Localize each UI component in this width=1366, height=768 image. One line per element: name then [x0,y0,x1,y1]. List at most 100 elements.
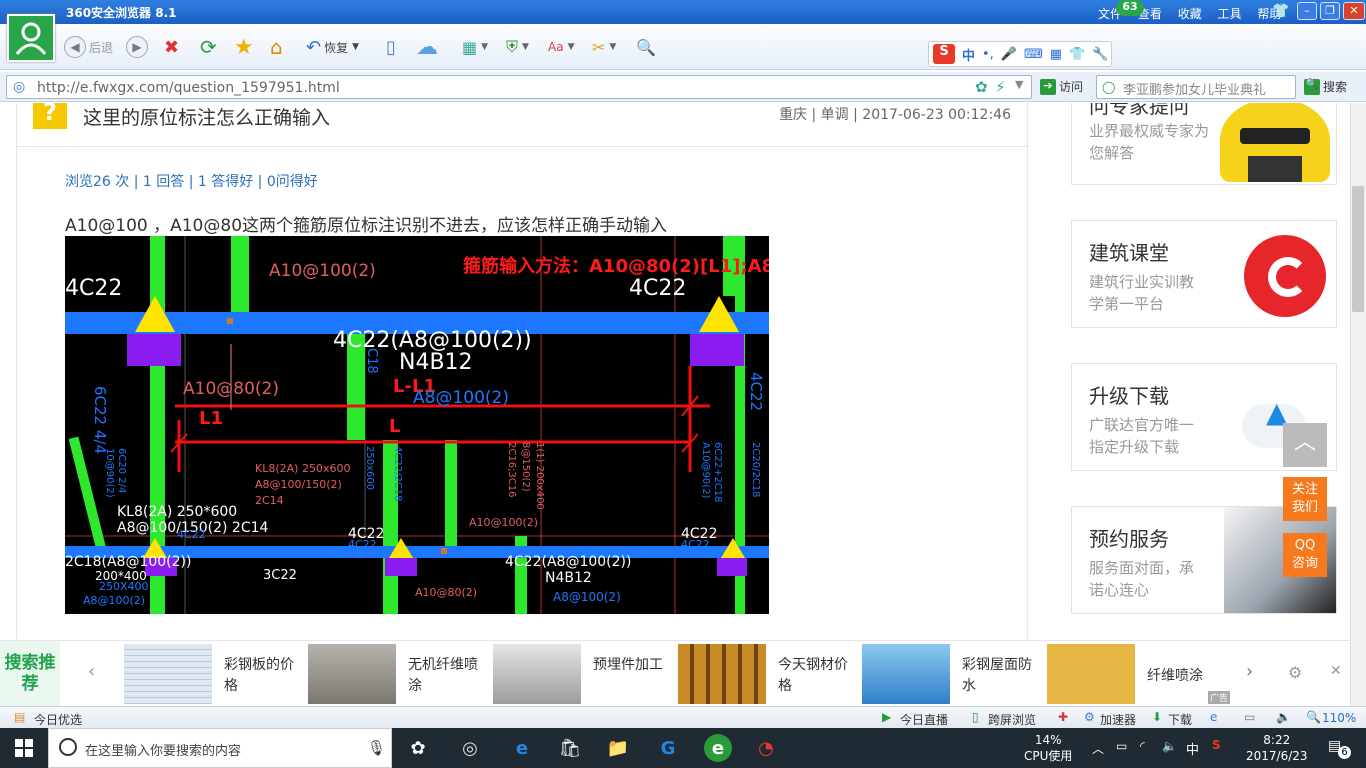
cloud-icon[interactable]: ☁ [416,34,438,60]
skin-icon[interactable]: 👕 [1272,3,1289,19]
ime-toolbar[interactable]: S 中 •, 🎤 ⌨ ▦ 👕 🔧 [928,41,1112,67]
edge-icon[interactable]: e [508,734,536,762]
vlabel-1: 6C22 4/4 [91,386,109,455]
search-engine-icon[interactable]: ◯ [1102,80,1115,94]
vlabel-5: 4C22/2C18 [392,446,403,502]
thumb-roof-waterproof[interactable] [862,644,950,704]
minimize-button[interactable]: – [1297,2,1317,20]
vlabel-12: 2C20/2C18 [750,442,761,498]
user-avatar[interactable] [7,14,55,62]
favorite-star-icon[interactable]: ★ [234,34,254,60]
recommend-item-4[interactable]: 今天钢材价格 [778,655,848,697]
visit-button[interactable]: ➔ 访问 [1040,78,1083,95]
url-text[interactable]: http://e.fwxgx.com/question_1597951.html [37,80,340,96]
shirt-icon[interactable]: 👕 [1069,47,1085,62]
ask-expert-card[interactable]: 问专家提问 业界最权威专家为您解答 [1071,103,1337,185]
forward-button[interactable]: ▶ [126,34,148,60]
ime-mode[interactable]: 中 [962,45,975,64]
label-bot-3c22: 3C22 [263,568,297,583]
recommend-item-2[interactable]: 无机纤维喷涂 [408,655,478,697]
download-link[interactable]: 下载 [1168,711,1192,728]
home-icon[interactable]: ⌂ [270,34,283,60]
translate-icon[interactable]: Aa ▼ [548,34,574,60]
sogou-tray-icon[interactable]: S [1212,738,1221,752]
qq-consult-button[interactable]: QQ咨询 [1283,533,1327,577]
dropdown-icon[interactable]: ▼ [1015,78,1023,91]
volume-icon[interactable]: 🔈 [1276,710,1291,724]
vlabel-13: C18 [364,348,379,374]
recommend-item-5[interactable]: 彩钢屋面防水 [962,655,1032,697]
wifi-icon[interactable]: ◜ [1140,739,1145,753]
label-col-right: 4C22 [629,276,687,301]
file-explorer-icon[interactable]: 📁 [604,734,632,762]
task-view-icon[interactable]: ✿ [404,734,432,762]
menu-tools[interactable]: 工具 [1218,7,1242,21]
refresh-icon[interactable]: ⟳ [200,34,217,60]
keyboard-icon[interactable]: ⌨ [1024,47,1043,62]
recommend-item-3[interactable]: 预埋件加工 [593,655,663,676]
restore-button[interactable]: ↶ 恢复 ▼ [306,34,359,60]
phone-icon[interactable]: ▯ [386,34,396,60]
glodon-icon[interactable]: G [654,734,682,762]
menu-favorites[interactable]: 收藏 [1178,7,1202,21]
browser-360-icon[interactable]: e [704,734,732,762]
maximize-button[interactable]: ❐ [1320,2,1340,20]
question-stats[interactable]: 浏览26 次 | 1 回答 | 1 答得好 | 0问得好 [65,171,318,191]
recommend-item-1[interactable]: 彩钢板的价格 [224,655,294,697]
ime-indicator[interactable]: 中 [1186,739,1199,758]
thumb-embedded-parts[interactable] [493,644,581,704]
speed-mode-icon[interactable]: ⚡ [995,78,1006,96]
thumb-fiber-spray[interactable] [308,644,396,704]
punct-icon[interactable]: •, [982,47,994,62]
stop-icon[interactable]: ✖ [164,34,179,60]
app-360-icon[interactable]: ◎ [456,734,484,762]
scrollbar-thumb[interactable] [1352,186,1364,312]
back-button[interactable]: ◀ 后退 [64,34,113,60]
today-live-link[interactable]: 今日直播 [900,711,948,728]
window-icon[interactable]: ▭ [1244,710,1255,724]
label-beam-sub: N4B12 [399,350,473,375]
store-icon[interactable]: 🛍 [556,734,584,762]
taskbar-search-box[interactable]: 在这里输入你要搜索的内容 🎙 [48,728,392,768]
address-bar[interactable]: ◎ http://e.fwxgx.com/question_1597951.ht… [6,75,1032,99]
prev-arrow-icon[interactable]: ‹ [88,661,95,682]
apps-icon[interactable]: ▦ ▼ [462,34,488,60]
title-bar: 360安全浏览器 8.1 文件 查看 收藏 工具 帮助 63 👕 – ❐ ✕ [0,0,1366,24]
thumb-steel-today[interactable] [678,644,766,704]
today-pick-link[interactable]: 今日优选 [34,711,82,728]
zoom-icon[interactable]: 🔍 [636,34,656,60]
secure-icon[interactable]: ✿ [975,78,988,96]
app-swirl-icon[interactable]: ◔ [752,734,780,762]
next-arrow-icon[interactable]: › [1246,661,1253,682]
close-recommend-icon[interactable]: ✕ [1330,663,1342,679]
thumb-steel-price[interactable] [124,644,212,704]
wrench-icon[interactable]: 🔧 [1092,47,1108,62]
search-button[interactable]: 🔍 搜索 [1304,78,1347,95]
speaker-icon[interactable]: 🔈 [1162,739,1177,753]
close-button[interactable]: ✕ [1343,2,1365,20]
tray-up-icon[interactable]: ︿ [1092,740,1104,757]
search-input[interactable]: 李亚鹏参加女儿毕业典礼 [1096,75,1296,99]
mic-icon[interactable]: 🎙 [367,739,386,757]
clock[interactable]: 8:22 2017/6/23 [1246,732,1308,764]
shield-icon[interactable]: ⛨ ▼ [506,34,529,60]
screenshot-icon[interactable]: ✂ ▼ [592,34,616,60]
windows-start-icon[interactable] [10,734,38,762]
cpu-widget[interactable]: 14% CPU使用 [1024,732,1072,764]
thumb-fiber-coating[interactable] [1047,644,1135,704]
settings-gear-icon[interactable]: ⚙ [1288,663,1302,682]
grid-icon[interactable]: ▦ [1050,47,1062,62]
recommend-item-6[interactable]: 纤维喷涂 [1147,666,1203,687]
today-pick-icon: ▤ [14,710,26,724]
accelerator-link[interactable]: 加速器 [1100,711,1136,728]
follow-us-button[interactable]: 关注我们 [1283,477,1327,521]
cross-screen-link[interactable]: 跨屏浏览 [988,711,1036,728]
battery-icon[interactable]: ▭ [1116,739,1127,753]
back-to-top-button[interactable]: ︿ [1283,423,1327,467]
notification-badge[interactable]: 63 [1116,0,1144,16]
mic-icon[interactable]: 🎤 [1001,47,1017,62]
health-icon[interactable]: ✚ [1058,710,1068,724]
zoom-level[interactable]: 110% [1322,711,1356,725]
ie-icon[interactable]: e [1210,710,1217,724]
building-class-card[interactable]: 建筑课堂 建筑行业实训教 学第一平台 [1071,220,1337,328]
